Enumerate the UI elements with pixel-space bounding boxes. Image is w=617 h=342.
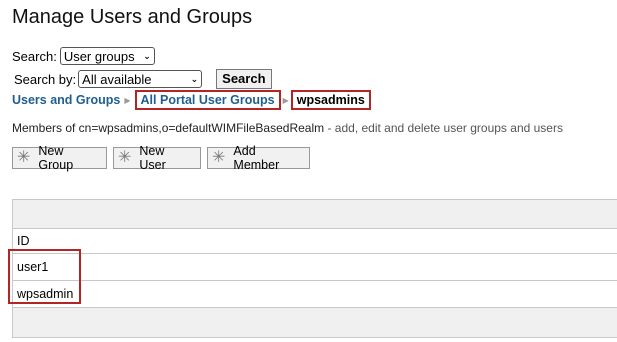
search-type-value: User groups <box>63 48 135 64</box>
breadcrumb-all-portal-user-groups[interactable]: All Portal User Groups <box>134 90 281 110</box>
table-header-band <box>12 199 617 229</box>
rows-highlight-box <box>8 249 81 304</box>
table-row[interactable]: wpsadmin <box>12 281 617 308</box>
chevron-down-icon: ⌄ <box>143 50 151 61</box>
search-by-select[interactable]: All available ⌄ <box>78 70 203 88</box>
table-row[interactable]: user1 <box>12 254 617 281</box>
search-type-select[interactable]: User groups ⌄ <box>59 47 155 65</box>
search-row: Search: User groups ⌄ <box>12 47 155 65</box>
members-table: ID user1 wpsadmin <box>12 199 617 338</box>
search-button[interactable]: Search <box>216 69 272 89</box>
new-item-star-icon: ✳ <box>17 149 31 166</box>
new-item-star-icon: ✳ <box>118 149 132 166</box>
search-by-row: Search by: All available ⌄ Search <box>14 69 272 89</box>
breadcrumb: Users and Groups ▶ All Portal User Group… <box>12 89 371 111</box>
breadcrumb-current-wpsadmins: wpsadmins <box>290 90 371 110</box>
chevron-down-icon: ⌄ <box>190 73 199 84</box>
search-by-label: Search by: <box>14 71 77 87</box>
add-member-label: Add Member <box>233 144 280 172</box>
new-group-button[interactable]: ✳ New Group <box>12 144 107 172</box>
table-footer-band <box>12 308 617 338</box>
breadcrumb-arrow-icon: ▶ <box>282 95 289 105</box>
manage-users-page: Manage Users and Groups Search: User gro… <box>0 0 617 342</box>
new-group-label: New Group <box>38 144 74 172</box>
table-column-header-id[interactable]: ID <box>12 229 617 254</box>
search-label: Search: <box>12 48 57 64</box>
members-suffix: - add, edit and delete user groups and u… <box>324 121 563 135</box>
breadcrumb-users-and-groups[interactable]: Users and Groups <box>12 93 120 107</box>
new-item-star-icon: ✳ <box>212 149 226 166</box>
members-description: Members of cn=wpsadmins,o=defaultWIMFile… <box>12 121 563 135</box>
new-user-label: New User <box>139 144 166 172</box>
page-title: Manage Users and Groups <box>12 6 253 28</box>
add-member-button[interactable]: ✳ Add Member <box>207 144 310 172</box>
breadcrumb-arrow-icon: ▶ <box>124 95 131 105</box>
action-toolbar: ✳ New Group ✳ New User ✳ Add Member <box>12 144 316 172</box>
search-by-value: All available <box>82 71 152 87</box>
new-user-button[interactable]: ✳ New User <box>113 144 201 172</box>
members-prefix: Members of cn=wpsadmins,o=defaultWIMFile… <box>12 121 325 135</box>
